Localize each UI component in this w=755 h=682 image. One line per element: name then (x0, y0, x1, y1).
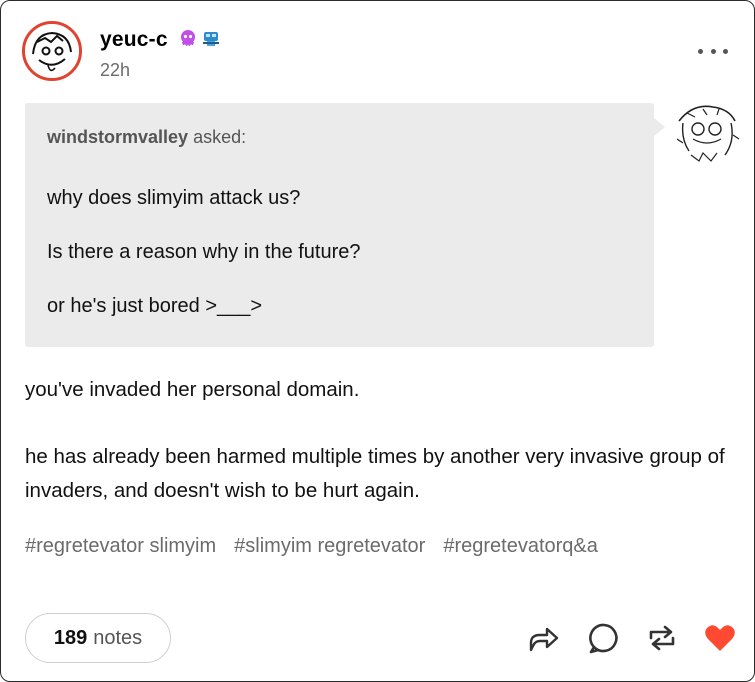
tag-link[interactable]: #regretevatorq&a (443, 535, 598, 558)
blog-avatar[interactable] (22, 21, 82, 81)
ask-question-line: why does slimyim attack us? (47, 187, 301, 209)
like-heart-icon[interactable] (703, 621, 737, 655)
tag-link[interactable]: #regretevator slimyim (25, 535, 216, 558)
post-timestamp[interactable]: 22h (100, 60, 130, 81)
ask-question-line: or he's just bored >___> (47, 295, 263, 317)
more-dot-icon (710, 48, 716, 54)
blue-robot-badge-icon[interactable] (201, 29, 221, 49)
tag-link[interactable]: #slimyim regretevator (234, 535, 425, 558)
share-icon[interactable] (526, 621, 560, 655)
asker-line: windstormvalley asked: (47, 127, 246, 148)
notes-label: notes (93, 626, 143, 649)
post-tags: #regretevator slimyim #slimyim regreteva… (25, 535, 598, 558)
reply-icon[interactable] (587, 621, 621, 655)
blog-username[interactable]: yeuc-c (100, 28, 168, 52)
reblog-icon[interactable] (645, 621, 679, 655)
notes-button[interactable]: 189 notes (25, 613, 171, 663)
answer-paragraph: he has already been harmed multiple time… (25, 445, 725, 502)
more-dot-icon (723, 48, 728, 54)
blog-badges (178, 29, 221, 49)
asked-label: asked: (193, 127, 247, 147)
answer-paragraph: you've invaded her personal domain. (25, 378, 360, 401)
post-card: yeuc-c 22h windstormvalley asked: why do… (0, 0, 755, 682)
notes-count: 189 (53, 626, 88, 649)
ask-box: windstormvalley asked: why does slimyim … (25, 103, 654, 347)
ask-question-line: Is there a reason why in the future? (47, 241, 361, 263)
octopus-badge-icon[interactable] (178, 29, 198, 49)
asker-name[interactable]: windstormvalley (47, 127, 188, 147)
more-dot-icon (698, 48, 703, 54)
ask-bubble-pointer (653, 117, 665, 137)
more-options-button[interactable] (698, 42, 728, 60)
asker-avatar[interactable] (673, 99, 741, 165)
